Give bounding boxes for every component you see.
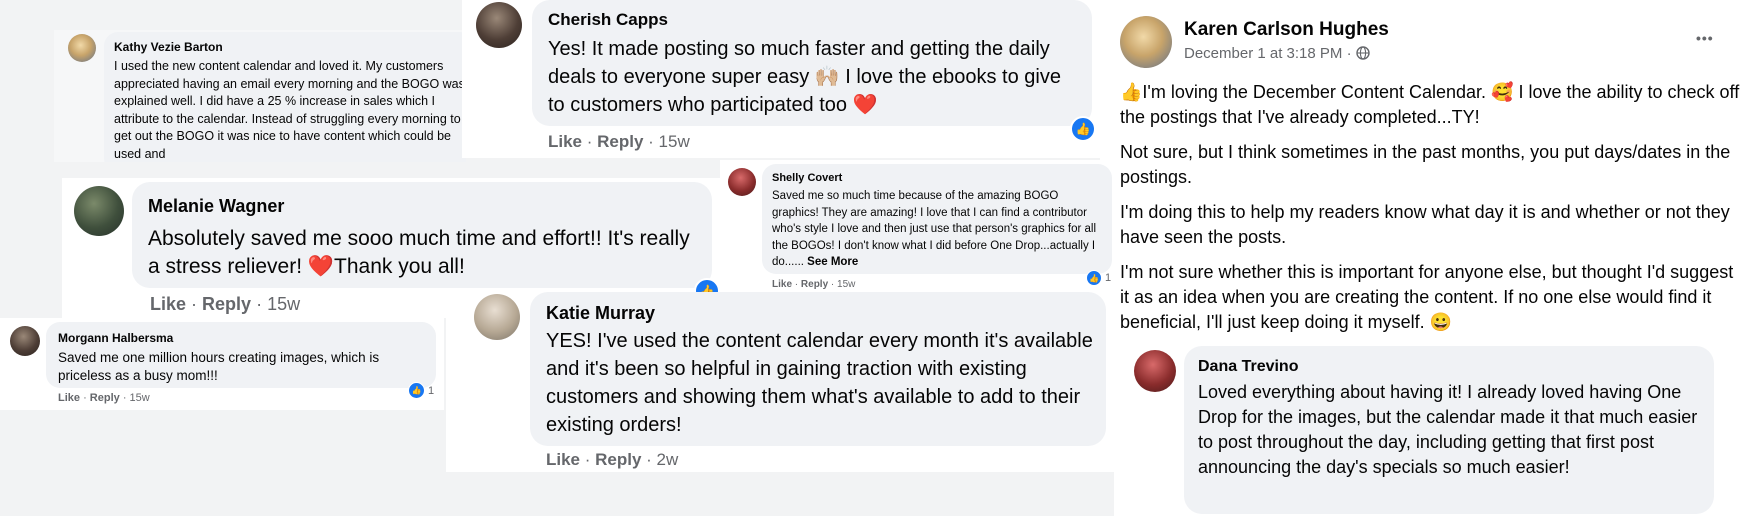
post-paragraph: Not sure, but I think sometimes in the p… <box>1120 142 1731 187</box>
avatar[interactable] <box>1134 350 1176 392</box>
post-paragraph: I'm doing this to help my readers know w… <box>1120 202 1730 247</box>
comment-body: Yes! It made posting so much faster and … <box>548 38 1061 116</box>
commenter-name[interactable]: Dana Trevino <box>1198 358 1298 376</box>
comment-bubble: Katie Murray YES! I've used the content … <box>530 292 1106 446</box>
commenter-name[interactable]: Cherish Capps <box>548 10 668 30</box>
comment-actions: Like · Reply · 15w <box>548 132 690 152</box>
separator: · <box>119 392 130 404</box>
like-link[interactable]: Like <box>150 294 186 314</box>
avatar[interactable] <box>10 326 40 356</box>
separator: · <box>80 392 90 404</box>
separator: · <box>186 294 203 314</box>
reaction-number: 1 <box>428 384 435 397</box>
like-reaction-icon: 👍 <box>408 382 425 399</box>
comment-body-end: Thank you all! <box>334 255 465 278</box>
post-date[interactable]: December 1 at 3:18 PM · <box>1184 45 1356 62</box>
comment-actions: Like · Reply · 15w <box>772 279 855 290</box>
commenter-name[interactable]: Melanie Wagner <box>148 196 284 217</box>
separator: · <box>582 132 598 151</box>
see-more-link[interactable]: See More <box>807 256 858 268</box>
comment-actions: Like · Reply · 15w <box>150 294 300 315</box>
heart-emoji: ❤️ <box>307 255 335 278</box>
comment-card-katie: Katie Murray YES! I've used the content … <box>446 292 1116 472</box>
like-link[interactable]: Like <box>548 132 582 151</box>
avatar[interactable] <box>68 34 96 62</box>
commenter-name[interactable]: Morgann Halbersma <box>58 331 173 345</box>
comment-card-cherish: Cherish Capps Yes! It made posting so mu… <box>462 0 1102 158</box>
poster-name[interactable]: Karen Carlson Hughes <box>1184 19 1389 41</box>
comment-text: Saved me one million hours creating imag… <box>58 350 380 383</box>
reply-link[interactable]: Reply <box>202 294 251 314</box>
reply-link[interactable]: Reply <box>90 392 120 404</box>
comment-text: YES! I've used the content calendar ever… <box>546 330 1093 436</box>
comment-bubble: Dana Trevino Loved everything about havi… <box>1184 346 1714 514</box>
separator: · <box>792 279 801 290</box>
comment-bubble: Kathy Vezie Barton I used the new conten… <box>104 32 466 162</box>
timestamp[interactable]: 15w <box>130 392 150 404</box>
timestamp[interactable]: 15w <box>659 132 690 151</box>
comment-bubble: Morgann Halbersma Saved me one million h… <box>46 322 436 388</box>
avatar[interactable] <box>476 2 522 48</box>
comment-card-morgann: Morgann Halbersma Saved me one million h… <box>0 318 444 410</box>
comment-actions: Like · Reply · 15w <box>58 392 150 404</box>
comment-text: Saved me so much time because of the ama… <box>772 188 1102 271</box>
comment-bubble: Shelly Covert Saved me so much time beca… <box>762 164 1112 274</box>
timestamp[interactable]: 15w <box>837 279 855 290</box>
comment-card-shelly: Shelly Covert Saved me so much time beca… <box>720 160 1116 294</box>
commenter-name[interactable]: Katie Murray <box>546 303 655 324</box>
commenter-name[interactable]: Kathy Vezie Barton <box>114 40 223 54</box>
post-card-karen: Karen Carlson Hughes December 1 at 3:18 … <box>1100 0 1748 345</box>
comment-actions: Like · Reply · 2w <box>546 450 678 470</box>
separator: · <box>828 279 838 290</box>
avatar[interactable] <box>474 294 520 340</box>
like-reaction-icon[interactable]: 👍 <box>1070 116 1096 142</box>
comment-card-dana: Dana Trevino Loved everything about havi… <box>1114 340 1748 516</box>
comment-text: Absolutely saved me sooo much time and e… <box>148 225 698 281</box>
heart-emoji: ❤️ <box>852 94 878 116</box>
avatar[interactable] <box>74 186 124 236</box>
post-paragraph: 👍I'm loving the December Content Calenda… <box>1120 82 1740 127</box>
like-reaction-icon: 👍 <box>1086 270 1102 286</box>
comment-text: Loved everything about having it! I alre… <box>1198 382 1698 477</box>
like-link[interactable]: Like <box>772 279 792 290</box>
avatar[interactable] <box>1120 16 1172 68</box>
separator: · <box>580 450 596 469</box>
reaction-count[interactable]: 👍 1 <box>408 382 434 399</box>
reply-link[interactable]: Reply <box>597 132 643 151</box>
avatar[interactable] <box>728 168 756 196</box>
like-link[interactable]: Like <box>546 450 580 469</box>
reply-link[interactable]: Reply <box>595 450 641 469</box>
reply-link[interactable]: Reply <box>801 279 828 290</box>
comment-text: Yes! It made posting so much faster and … <box>548 35 1078 119</box>
comment-bubble: Melanie Wagner Absolutely saved me sooo … <box>132 182 712 288</box>
reaction-count[interactable]: 👍 1 <box>1086 270 1111 286</box>
comment-bubble: Cherish Capps Yes! It made posting so mu… <box>532 0 1092 126</box>
timestamp[interactable]: 2w <box>657 450 679 469</box>
commenter-name[interactable]: Shelly Covert <box>772 172 842 184</box>
separator: · <box>251 294 268 314</box>
like-link[interactable]: Like <box>58 392 80 404</box>
globe-icon <box>1356 46 1370 64</box>
reaction-number: 1 <box>1105 272 1112 284</box>
separator: · <box>641 450 657 469</box>
comment-text: I used the new content calendar and love… <box>114 59 465 161</box>
comment-card-kathy: Kathy Vezie Barton I used the new conten… <box>54 30 466 162</box>
post-paragraph: I'm not sure whether this is important f… <box>1120 262 1734 332</box>
post-meta: December 1 at 3:18 PM · <box>1184 45 1370 64</box>
separator: · <box>643 132 659 151</box>
timestamp[interactable]: 15w <box>267 294 300 314</box>
more-options-icon[interactable]: ••• <box>1696 30 1714 46</box>
